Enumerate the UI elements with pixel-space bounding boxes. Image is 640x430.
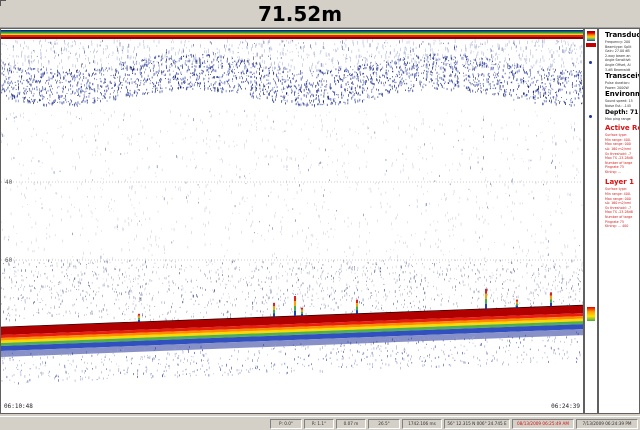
environment-heading: Environm [605, 90, 640, 99]
surface-noise [1, 39, 583, 71]
status-cell: 56° 12.315 N 006° 24.745 E [444, 419, 510, 429]
echogram-view[interactable]: 40 60 06:10:48 06:24:39 [0, 28, 584, 414]
status-cell: R: 1.1° [304, 419, 334, 429]
transducer-details: Frequency: 200 Beamtype: Split Gain: 27.00… [605, 40, 639, 72]
depth-info: Depth: 71 [605, 108, 639, 116]
scale-marker[interactable] [586, 43, 596, 47]
scale-dot [589, 61, 592, 64]
status-cell: 0.07 m [336, 419, 366, 429]
layer1-heading: Layer 1 [605, 178, 635, 187]
scale-dot [589, 115, 592, 118]
status-cell: 26.5° [368, 419, 400, 429]
status-cell: 7/13/2009 06:24:39 PM [576, 419, 638, 429]
midwater-noise [1, 109, 583, 322]
layer1-details: Surface type: Min range: 400. Max range: 0… [605, 187, 639, 228]
echogram-canvas[interactable] [1, 29, 584, 414]
start-time-label: 06:10:48 [4, 403, 33, 410]
active-region-line: Ktning: ... [605, 169, 621, 174]
environment-details: Sound speed: 15 Noise Est.: -145 [605, 99, 639, 108]
info-panel: Transduc Frequency: 200 Beamtype: Split Ga… [598, 28, 640, 414]
status-cell: 1742.106 ms [402, 419, 442, 429]
max-ping-range: Max ping range [605, 116, 631, 121]
layer1-line: Ktning: ... 400 [605, 224, 629, 229]
bottom-scale-strip [587, 307, 595, 321]
end-time-label: 06:24:39 [551, 403, 580, 410]
transceiver-details: Pulse duration: Power: 2000W [605, 81, 639, 90]
status-cell: P: 0.0° [270, 419, 302, 429]
color-scale-bar[interactable] [584, 28, 598, 414]
depth-line-label-60: 60 [5, 257, 13, 264]
active-region-heading: Active Re [605, 124, 640, 133]
depth-line-label-40: 40 [5, 179, 13, 186]
status-cell: 08/13/2009 06:25:49 AM [512, 419, 574, 429]
transducer-heading: Transduc [605, 31, 640, 39]
color-scale-strip [587, 31, 595, 41]
depth-header: 71.52m [0, 0, 640, 28]
depth-readout: 71.52m [257, 2, 343, 26]
scatter-layer [1, 53, 583, 108]
status-bar: P: 0.0° R: 1.1° 0.07 m 26.5° 1742.106 ms 56° … [0, 416, 640, 430]
active-region-details: Surface type: Min range: 400. Max range: 0… [605, 133, 639, 174]
transceiver-heading: Transceiv [605, 72, 640, 81]
